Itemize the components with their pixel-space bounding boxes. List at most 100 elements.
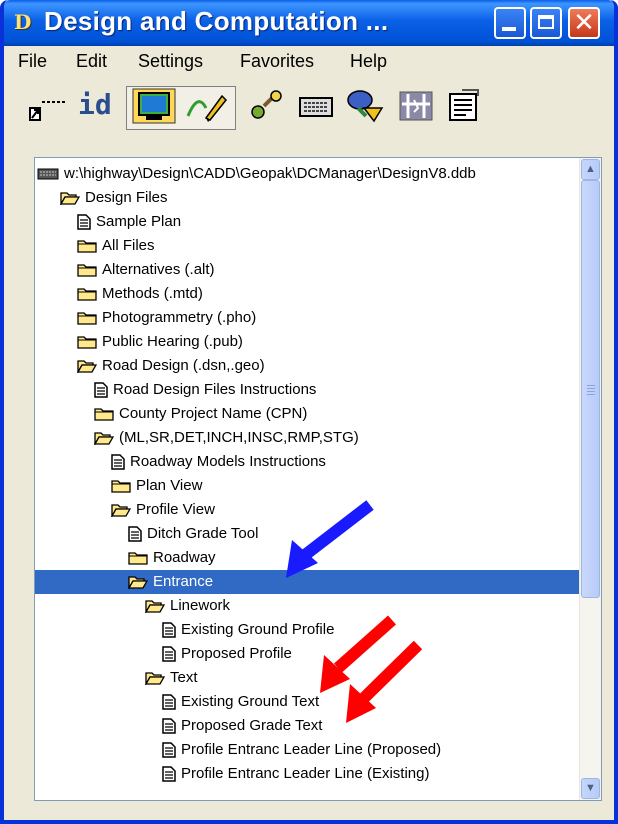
tree-item-label: Text	[170, 669, 198, 687]
tree-item[interactable]: County Project Name (CPN)	[35, 402, 307, 426]
application-window: D Design and Computation ... ✕ File Edit…	[0, 0, 618, 824]
tree-item-label: All Files	[102, 237, 155, 255]
folder-open-icon	[145, 672, 165, 686]
tree-root-label: w:\highway\Design\CADD\Geopak\DCManager\…	[64, 165, 476, 183]
menu-help[interactable]: Help	[350, 51, 387, 72]
tree-item-label: Proposed Profile	[181, 645, 292, 663]
tree-item-label: Ditch Grade Tool	[147, 525, 259, 543]
minimize-button[interactable]	[494, 7, 526, 39]
document-icon	[128, 526, 142, 542]
close-button[interactable]: ✕	[568, 7, 600, 39]
key-in-icon[interactable]	[26, 88, 70, 124]
tree-item[interactable]: Methods (.mtd)	[35, 282, 203, 306]
query-icon[interactable]	[344, 88, 388, 124]
tree-item[interactable]: Linework	[35, 594, 230, 618]
document-icon	[162, 622, 176, 638]
cross-section-icon[interactable]	[396, 88, 436, 124]
scroll-down-button[interactable]: ▼	[581, 778, 600, 799]
window-title: Design and Computation ...	[44, 6, 389, 36]
menu-bar: File Edit Settings Favorites Help	[4, 46, 614, 76]
tree-item[interactable]: Road Design (.dsn,.geo)	[35, 354, 265, 378]
menu-favorites[interactable]: Favorites	[240, 51, 314, 72]
folder-open-icon	[77, 360, 97, 374]
menu-file[interactable]: File	[18, 51, 47, 72]
folder-icon	[128, 552, 148, 565]
tree-item[interactable]: Alternatives (.alt)	[35, 258, 215, 282]
document-icon	[77, 214, 91, 230]
tree-item[interactable]: Profile Entranc Leader Line (Proposed)	[35, 738, 441, 762]
title-bar[interactable]: D Design and Computation ... ✕	[4, 0, 614, 46]
folder-icon	[111, 480, 131, 493]
monitor-icon[interactable]	[132, 88, 176, 124]
document-icon	[162, 742, 176, 758]
tree-item-label: Profile Entranc Leader Line (Existing)	[181, 765, 430, 783]
maximize-icon	[538, 15, 554, 29]
scroll-thumb[interactable]	[581, 180, 600, 598]
keyboard-icon[interactable]	[296, 88, 336, 124]
tree-item-label: Entrance	[153, 573, 214, 591]
tree-item-selected[interactable]: Entrance	[35, 570, 601, 594]
tree-item[interactable]: Existing Ground Profile	[35, 618, 334, 642]
tree-item[interactable]: Existing Ground Text	[35, 690, 319, 714]
folder-icon	[77, 312, 97, 325]
app-icon: D	[14, 10, 32, 34]
tree-item-label: Public Hearing (.pub)	[102, 333, 243, 351]
folder-open-icon	[145, 600, 165, 614]
tree-item-label: Photogrammetry (.pho)	[102, 309, 257, 327]
tree-item-label: Roadway Models Instructions	[130, 453, 326, 471]
tree-item-label: Alternatives (.alt)	[102, 261, 215, 279]
tree-item[interactable]: Text	[35, 666, 198, 690]
folder-open-icon	[60, 192, 80, 206]
tree-item-label: Methods (.mtd)	[102, 285, 203, 303]
grip-line	[587, 391, 595, 392]
menu-settings[interactable]: Settings	[138, 51, 203, 72]
tree-item[interactable]: Profile Entranc Leader Line (Existing)	[35, 762, 429, 786]
tree-item[interactable]: Road Design Files Instructions	[35, 378, 316, 402]
tree-item[interactable]: Photogrammetry (.pho)	[35, 306, 256, 330]
tree-item[interactable]: Roadway Models Instructions	[35, 450, 326, 474]
tree-item-label: Linework	[170, 597, 231, 615]
document-icon	[162, 694, 176, 710]
tree-item[interactable]: Plan View	[35, 474, 202, 498]
tree-item[interactable]: (ML,SR,DET,INCH,INSC,RMP,STG)	[35, 426, 359, 450]
tree-item-label: Sample Plan	[96, 213, 182, 231]
tree-root[interactable]: w:\highway\Design\CADD\Geopak\DCManager\…	[37, 162, 476, 186]
folder-icon	[77, 288, 97, 301]
tree-view[interactable]: w:\highway\Design\CADD\Geopak\DCManager\…	[34, 157, 602, 801]
tree-item-label: Road Design (.dsn,.geo)	[102, 357, 265, 375]
tools-icon[interactable]	[248, 88, 288, 124]
menu-edit[interactable]: Edit	[76, 51, 107, 72]
grip-line	[587, 388, 595, 389]
maximize-button[interactable]	[530, 7, 562, 39]
minimize-icon	[502, 27, 516, 31]
tree-item-label: Existing Ground Text	[181, 693, 320, 711]
document-icon	[94, 382, 108, 398]
tree-item[interactable]: Proposed Profile	[35, 642, 292, 666]
tree-item[interactable]: Public Hearing (.pub)	[35, 330, 243, 354]
grip-line	[587, 385, 595, 386]
database-icon	[37, 168, 59, 180]
tree-item-label: Proposed Grade Text	[181, 717, 323, 735]
tree-item-label: Design Files	[85, 189, 168, 207]
tree-item[interactable]: Design Files	[35, 186, 168, 210]
tree-item-label: Profile Entranc Leader Line (Proposed)	[181, 741, 442, 759]
draw-icon[interactable]	[184, 88, 228, 124]
document-icon	[162, 646, 176, 662]
toolbar: id	[4, 78, 614, 140]
folder-open-icon	[128, 576, 148, 590]
properties-icon[interactable]	[444, 88, 484, 124]
tree-item[interactable]: Roadway	[35, 546, 216, 570]
folder-icon	[94, 408, 114, 421]
folder-open-icon	[94, 432, 114, 446]
tree-item[interactable]: Profile View	[35, 498, 215, 522]
close-icon: ✕	[573, 8, 595, 38]
tree-item[interactable]: Ditch Grade Tool	[35, 522, 258, 546]
tree-item[interactable]: Sample Plan	[35, 210, 181, 234]
id-icon[interactable]: id	[78, 88, 118, 124]
tree-item[interactable]: All Files	[35, 234, 155, 258]
scroll-up-button[interactable]: ▲	[581, 159, 600, 180]
tree-item-label: Profile View	[136, 501, 215, 519]
vertical-scrollbar[interactable]: ▲ ▼	[579, 158, 601, 800]
tree-item-label: Plan View	[136, 477, 203, 495]
tree-item[interactable]: Proposed Grade Text	[35, 714, 322, 738]
